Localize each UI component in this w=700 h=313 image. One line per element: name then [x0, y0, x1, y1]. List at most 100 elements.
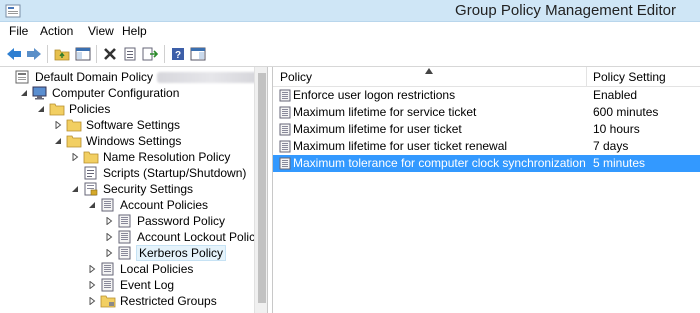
redacted-domain	[157, 71, 266, 83]
tree-node-label: Event Log	[120, 278, 175, 292]
expand-arrow-icon[interactable]	[104, 232, 114, 242]
back-arrow-icon[interactable]	[4, 44, 24, 64]
tree-node-label: Windows Settings	[86, 134, 182, 148]
policy-setting-cell: 600 minutes	[593, 105, 659, 119]
table-row[interactable]: Maximum lifetime for user ticket 10 hours	[273, 121, 700, 138]
tree-node[interactable]: Default Domain PolicyPolic	[2, 69, 267, 85]
up-folder-icon[interactable]	[52, 44, 72, 64]
toolbar-separator	[164, 45, 165, 63]
tree-node[interactable]: Password Policy	[104, 213, 225, 229]
help-icon[interactable]: ?	[168, 44, 188, 64]
tree-scrollbar-thumb[interactable]	[258, 73, 266, 303]
tree-node[interactable]: Software Settings	[53, 117, 180, 133]
tree-node-label: Account Policies	[120, 198, 209, 212]
menu-help[interactable]: Help	[122, 24, 147, 38]
collapse-arrow-icon[interactable]	[36, 104, 46, 114]
export-list-icon[interactable]	[140, 44, 160, 64]
window-title: Group Policy Management Editor	[455, 2, 676, 19]
tree-node-label: Kerberos Policy	[135, 245, 227, 261]
folder-icon	[66, 118, 82, 132]
table-row[interactable]: Maximum tolerance for computer clock syn…	[273, 155, 700, 172]
tree-node-label: Local Policies	[120, 262, 194, 276]
toolbar: ?	[0, 41, 700, 67]
expand-arrow-icon[interactable]	[87, 296, 97, 306]
tree-node[interactable]: Security Settings	[70, 181, 193, 197]
column-divider[interactable]	[586, 67, 587, 87]
tree-node-label: Policies	[69, 102, 111, 116]
policy-icon	[117, 246, 133, 260]
tree-node[interactable]: Policies	[36, 101, 110, 117]
policy-name-cell: Enforce user logon restrictions	[293, 88, 456, 102]
show-hide-tree-icon[interactable]	[73, 44, 93, 64]
tree-node-label: Restricted Groups	[120, 294, 217, 308]
tree-node[interactable]: Kerberos Policy	[104, 245, 227, 261]
expand-arrow-icon[interactable]	[87, 280, 97, 290]
menu-file[interactable]: File	[9, 24, 28, 38]
expand-arrow-icon[interactable]	[53, 120, 63, 130]
policy-setting-icon	[279, 89, 293, 102]
policy-setting-cell: 7 days	[593, 139, 629, 153]
collapse-arrow-icon[interactable]	[87, 200, 97, 210]
table-row[interactable]: Maximum lifetime for service ticket 600 m…	[273, 104, 700, 121]
gpo-document-icon	[15, 70, 31, 84]
show-action-pane-icon[interactable]	[188, 44, 208, 64]
console-tree[interactable]: Default Domain PolicyPolicComputer Confi…	[0, 67, 268, 313]
script-document-icon	[83, 166, 99, 180]
menu-action[interactable]: Action	[40, 24, 73, 38]
menu-bar: File Action View Help	[0, 22, 700, 41]
collapse-arrow-icon[interactable]	[53, 136, 63, 146]
sort-ascending-icon	[425, 68, 433, 74]
policy-setting-cell: Enabled	[593, 88, 638, 102]
restricted-folder-icon	[100, 294, 116, 308]
collapse-arrow-icon[interactable]	[70, 184, 80, 194]
tree-node[interactable]: Account Policies	[87, 197, 208, 213]
expand-arrow-icon[interactable]	[87, 264, 97, 274]
policy-icon	[100, 198, 116, 212]
tree-node-label: Default Domain Policy	[35, 70, 154, 84]
column-header-policy[interactable]: Policy	[280, 70, 312, 84]
table-row[interactable]: Enforce user logon restrictions Enabled	[273, 87, 700, 104]
policy-name-cell: Maximum lifetime for user ticket renewal	[293, 139, 508, 153]
tree-scrollbar[interactable]	[254, 67, 267, 313]
computer-icon	[32, 86, 48, 100]
toolbar-separator	[96, 45, 97, 63]
tree-node[interactable]: Windows Settings	[53, 133, 181, 149]
tree-node[interactable]: Computer Configuration	[19, 85, 179, 101]
policy-setting-icon	[279, 106, 293, 119]
app-icon[interactable]	[5, 3, 21, 19]
policy-icon	[100, 262, 116, 276]
policy-name-cell: Maximum lifetime for user ticket	[293, 122, 462, 136]
policy-setting-icon	[279, 140, 293, 153]
tree-node[interactable]: Name Resolution Policy	[70, 149, 230, 165]
folder-icon	[66, 134, 82, 148]
policy-setting-cell: 10 hours	[593, 122, 640, 136]
tree-node[interactable]: Restricted Groups	[87, 293, 217, 309]
collapse-arrow-icon[interactable]	[19, 88, 29, 98]
tree-node[interactable]: Scripts (Startup/Shutdown)	[70, 165, 246, 181]
delete-icon[interactable]	[100, 44, 120, 64]
tree-node[interactable]: Account Lockout Policy	[104, 229, 261, 245]
policy-icon	[117, 230, 133, 244]
policy-name-cell: Maximum lifetime for service ticket	[293, 105, 477, 119]
details-pane: Policy Policy Setting Enforce user logon…	[272, 67, 700, 313]
policy-icon	[100, 278, 116, 292]
table-row[interactable]: Maximum lifetime for user ticket renewal…	[273, 138, 700, 155]
svg-text:?: ?	[175, 50, 181, 61]
title-bar: Group Policy Management Editor	[0, 0, 700, 22]
properties-icon[interactable]	[120, 44, 140, 64]
expand-arrow-icon[interactable]	[70, 152, 80, 162]
tree-node[interactable]: Local Policies	[87, 261, 193, 277]
table-header: Policy Policy Setting	[273, 67, 700, 87]
tree-node[interactable]: Event Log	[87, 277, 174, 293]
folder-icon	[49, 102, 65, 116]
tree-node-label: Scripts (Startup/Shutdown)	[103, 166, 247, 180]
forward-arrow-icon[interactable]	[24, 44, 44, 64]
expand-arrow-icon[interactable]	[104, 216, 114, 226]
expand-arrow-icon[interactable]	[104, 248, 114, 258]
menu-view[interactable]: View	[88, 24, 114, 38]
policy-setting-icon	[279, 123, 293, 136]
tree-node-label: Name Resolution Policy	[103, 150, 231, 164]
column-header-policy-setting[interactable]: Policy Setting	[593, 70, 666, 84]
